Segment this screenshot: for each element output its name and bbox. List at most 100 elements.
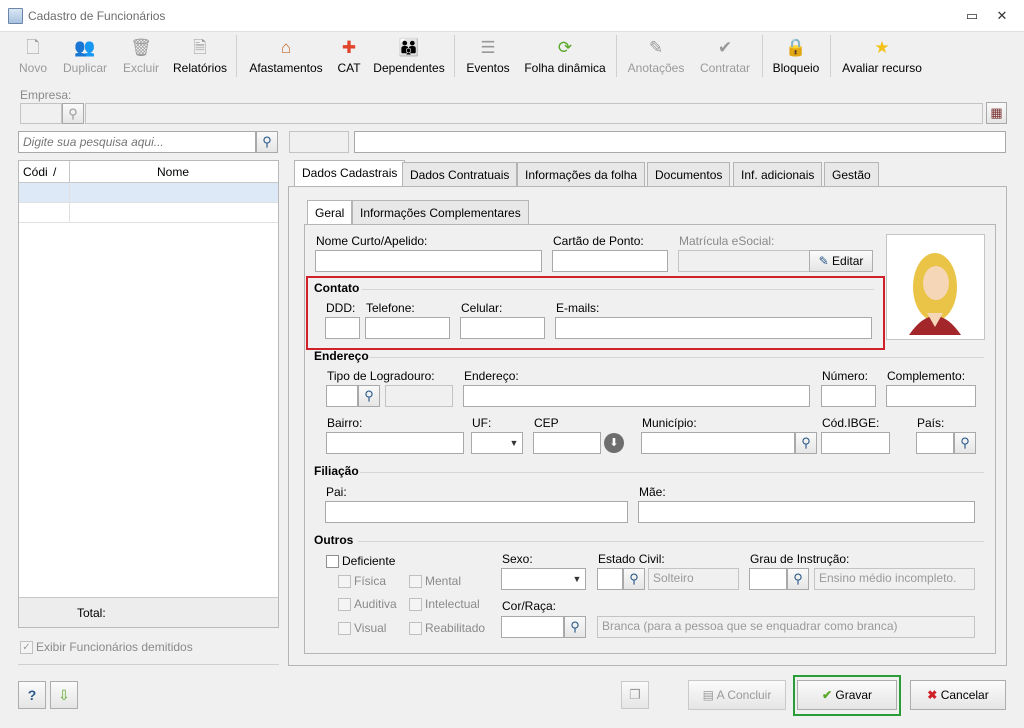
table-row[interactable] — [19, 183, 278, 203]
record-name-field[interactable] — [354, 131, 1006, 153]
copy-icon[interactable]: ❐ — [621, 681, 649, 709]
auditiva-checkbox[interactable] — [338, 598, 351, 611]
estado-civil-code-field[interactable] — [597, 568, 623, 590]
duplicar-button[interactable]: 👥 Duplicar — [58, 33, 112, 79]
grau-instrucao-code-field[interactable] — [749, 568, 787, 590]
complemento-field[interactable] — [886, 385, 976, 407]
dependentes-button[interactable]: 👪 Dependentes — [372, 33, 446, 79]
toolbar-separator — [454, 35, 455, 77]
afastamentos-button[interactable]: ⌂ Afastamentos — [246, 33, 326, 79]
bairro-label: Bairro: — [327, 416, 363, 430]
pais-field[interactable] — [916, 432, 954, 454]
column-divider — [69, 183, 70, 203]
tab-inf-adicionais[interactable]: Inf. adicionais — [733, 162, 823, 186]
col-name-header[interactable]: Nome — [157, 165, 189, 179]
gravar-button[interactable]: ✔ Gravar — [797, 680, 897, 710]
mental-checkbox[interactable] — [409, 575, 422, 588]
cor-raca-code-field[interactable] — [501, 616, 564, 638]
estado-civil-search-icon[interactable]: ⚲ — [623, 568, 645, 590]
tab-documentos[interactable]: Documentos — [647, 162, 731, 186]
nome-curto-label: Nome Curto/Apelido: — [316, 234, 428, 248]
tipo-logradouro-desc-field[interactable] — [385, 385, 453, 407]
reabilitado-checkbox[interactable] — [409, 622, 422, 635]
tab-dados-contratuais[interactable]: Dados Contratuais — [402, 162, 518, 186]
emails-label: E-mails: — [556, 301, 600, 315]
search-icon[interactable]: ⚲ — [256, 131, 278, 153]
complemento-label: Complemento: — [887, 369, 966, 383]
table-row[interactable] — [19, 203, 278, 223]
cartao-ponto-field[interactable] — [552, 250, 668, 272]
ddd-field[interactable] — [325, 317, 360, 339]
telefone-field[interactable] — [365, 317, 450, 339]
tipo-logradouro-search-icon[interactable]: ⚲ — [358, 385, 380, 407]
nome-curto-field[interactable] — [315, 250, 542, 272]
contratar-button[interactable]: ✔ Contratar — [694, 33, 756, 79]
deficiente-checkbox[interactable] — [326, 555, 339, 568]
employee-photo[interactable] — [886, 234, 985, 340]
search-input[interactable] — [18, 131, 256, 153]
fisica-checkbox[interactable] — [338, 575, 351, 588]
celular-field[interactable] — [460, 317, 545, 339]
cancelar-button[interactable]: ✖ Cancelar — [910, 680, 1006, 710]
a-concluir-button[interactable]: ▤ A Concluir — [688, 680, 786, 710]
endereco-field[interactable] — [463, 385, 810, 407]
show-dismissed-checkbox[interactable]: ✓ — [20, 641, 33, 654]
grid-header: Códi / Nome — [19, 161, 278, 183]
relatorios-button[interactable]: 🗎 Relatórios — [170, 33, 230, 79]
divider — [362, 289, 874, 290]
cep-lookup-icon[interactable]: ⬇ — [604, 433, 624, 453]
record-code-field[interactable] — [289, 131, 349, 153]
editar-button[interactable]: ✎ Editar — [809, 250, 873, 272]
bloqueio-button[interactable]: 🔒 Bloqueio — [770, 33, 822, 79]
chevron-down-icon[interactable]: ▼ — [506, 433, 522, 453]
calendar-icon[interactable]: ▦ — [986, 102, 1007, 124]
intelectual-checkbox[interactable] — [409, 598, 422, 611]
municipio-search-icon[interactable]: ⚲ — [795, 432, 817, 454]
novo-button[interactable]: 🗋 Novo — [10, 33, 56, 79]
tab-dados-cadastrais[interactable]: Dados Cadastrais — [294, 160, 406, 186]
subtab-geral[interactable]: Geral — [307, 200, 353, 224]
tipo-logradouro-code-field[interactable] — [326, 385, 358, 407]
sort-indicator: / — [53, 165, 57, 179]
pai-field[interactable] — [325, 501, 628, 523]
chevron-down-icon[interactable]: ▼ — [569, 569, 585, 589]
pais-search-icon[interactable]: ⚲ — [954, 432, 976, 454]
matricula-field[interactable] — [678, 250, 810, 272]
ibge-field[interactable] — [821, 432, 890, 454]
empresa-search-icon[interactable]: ⚲ — [62, 103, 84, 124]
anotacoes-button[interactable]: ✎ Anotações — [624, 33, 688, 79]
ddd-label: DDD: — [326, 301, 356, 315]
tab-informacoes-folha[interactable]: Informações da folha — [517, 162, 646, 186]
grau-instrucao-search-icon[interactable]: ⚲ — [787, 568, 809, 590]
divider — [358, 541, 984, 542]
avaliar-recurso-button[interactable]: ★ Avaliar recurso — [838, 33, 926, 79]
restore-icon[interactable]: ▭ — [962, 6, 982, 26]
close-icon[interactable]: ✕ — [992, 6, 1012, 26]
bairro-field[interactable] — [326, 432, 464, 454]
tab-gestao[interactable]: Gestão — [824, 162, 879, 186]
numero-field[interactable] — [821, 385, 876, 407]
empresa-code-field[interactable] — [20, 103, 62, 124]
ibge-label: Cód.IBGE: — [822, 416, 880, 430]
empresa-name-field[interactable] — [85, 103, 983, 124]
lock-icon: 🔒 — [785, 38, 807, 57]
toolbar-separator — [762, 35, 763, 77]
folha-dinamica-button[interactable]: ⟳ Folha dinâmica — [520, 33, 610, 79]
visual-checkbox[interactable] — [338, 622, 351, 635]
toolbar-separator — [830, 35, 831, 77]
eventos-button[interactable]: ☰ Eventos — [464, 33, 512, 79]
mae-field[interactable] — [638, 501, 975, 523]
import-icon[interactable]: ⇩ — [50, 681, 78, 709]
col-code-header[interactable]: Códi — [23, 165, 48, 179]
cep-field[interactable] — [533, 432, 601, 454]
app-icon — [8, 8, 23, 24]
municipio-field[interactable] — [641, 432, 795, 454]
emails-field[interactable] — [555, 317, 872, 339]
subtab-informacoes-complementares[interactable]: Informações Complementares — [352, 200, 529, 224]
cat-button[interactable]: ✚ CAT — [334, 33, 364, 79]
help-icon[interactable]: ? — [18, 681, 46, 709]
divider — [18, 664, 279, 665]
house-arrow-icon: ⌂ — [280, 38, 292, 57]
excluir-button[interactable]: 🗑 Excluir — [118, 33, 164, 79]
cor-raca-search-icon[interactable]: ⚲ — [564, 616, 586, 638]
